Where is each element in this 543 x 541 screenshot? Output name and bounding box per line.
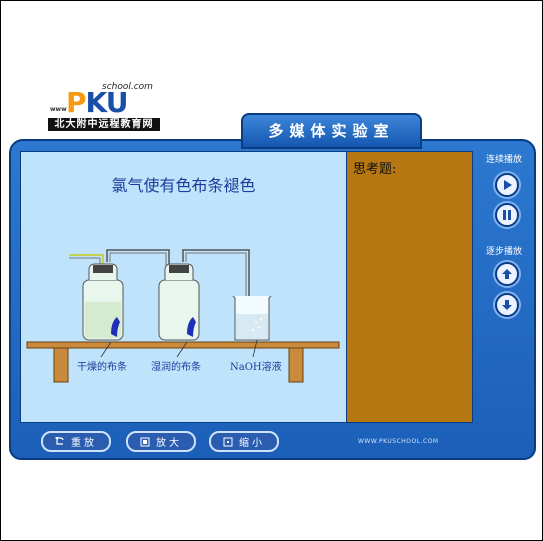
arrow-up-icon xyxy=(502,269,512,279)
zoom-out-button[interactable]: 缩小 xyxy=(209,431,279,452)
step-up-button[interactable] xyxy=(495,262,519,286)
play-button[interactable] xyxy=(495,173,519,197)
zoom-in-button[interactable]: 放大 xyxy=(126,431,196,452)
replay-label: 重放 xyxy=(71,438,97,449)
logo-ku: KU xyxy=(85,86,129,119)
pku-logo: school.com www PKU 北大附中远程教育网 xyxy=(48,82,160,134)
step-play-label: 逐步播放 xyxy=(486,247,523,257)
logo-band: 北大附中远程教育网 xyxy=(48,118,160,131)
footer-url: WWW.PKUSCHOOL.COM xyxy=(358,438,439,445)
zoom-out-icon xyxy=(223,437,233,447)
replay-button[interactable]: 重放 xyxy=(41,431,111,452)
zoom-in-icon xyxy=(140,437,150,447)
logo-p: P xyxy=(66,86,87,119)
logo-pku-text: PKU xyxy=(66,86,129,119)
bottle-dry xyxy=(82,263,124,341)
step-down-button[interactable] xyxy=(495,293,519,317)
zoom-in-label: 放大 xyxy=(156,438,182,449)
bottle-wet xyxy=(158,263,200,341)
continuous-play-label: 连续播放 xyxy=(486,155,523,165)
thinking-questions-panel: 思考题: xyxy=(346,151,473,423)
label-wet-cloth: 湿润的布条 xyxy=(151,362,201,373)
experiment-stage: 氯气使有色布条褪色 干燥的布条 湿润的布条 NaOH溶液 xyxy=(20,151,347,423)
arrow-down-icon xyxy=(502,300,512,310)
app-title: 多媒体实验室 xyxy=(241,113,422,149)
label-naoh-solution: NaOH溶液 xyxy=(230,362,282,373)
play-icon xyxy=(504,180,512,190)
logo-www-text: www xyxy=(50,106,67,113)
replay-icon xyxy=(55,436,65,447)
thinking-questions-title: 思考题: xyxy=(353,162,397,177)
pause-button[interactable] xyxy=(495,203,519,227)
table-top xyxy=(26,341,340,349)
label-dry-cloth: 干燥的布条 xyxy=(77,362,127,373)
apparatus-illustration xyxy=(26,249,340,383)
pause-icon xyxy=(503,210,511,220)
beaker-naoh xyxy=(232,295,272,341)
table-leg-left xyxy=(53,347,69,383)
zoom-out-label: 缩小 xyxy=(239,438,265,449)
table-leg-right xyxy=(288,347,304,383)
